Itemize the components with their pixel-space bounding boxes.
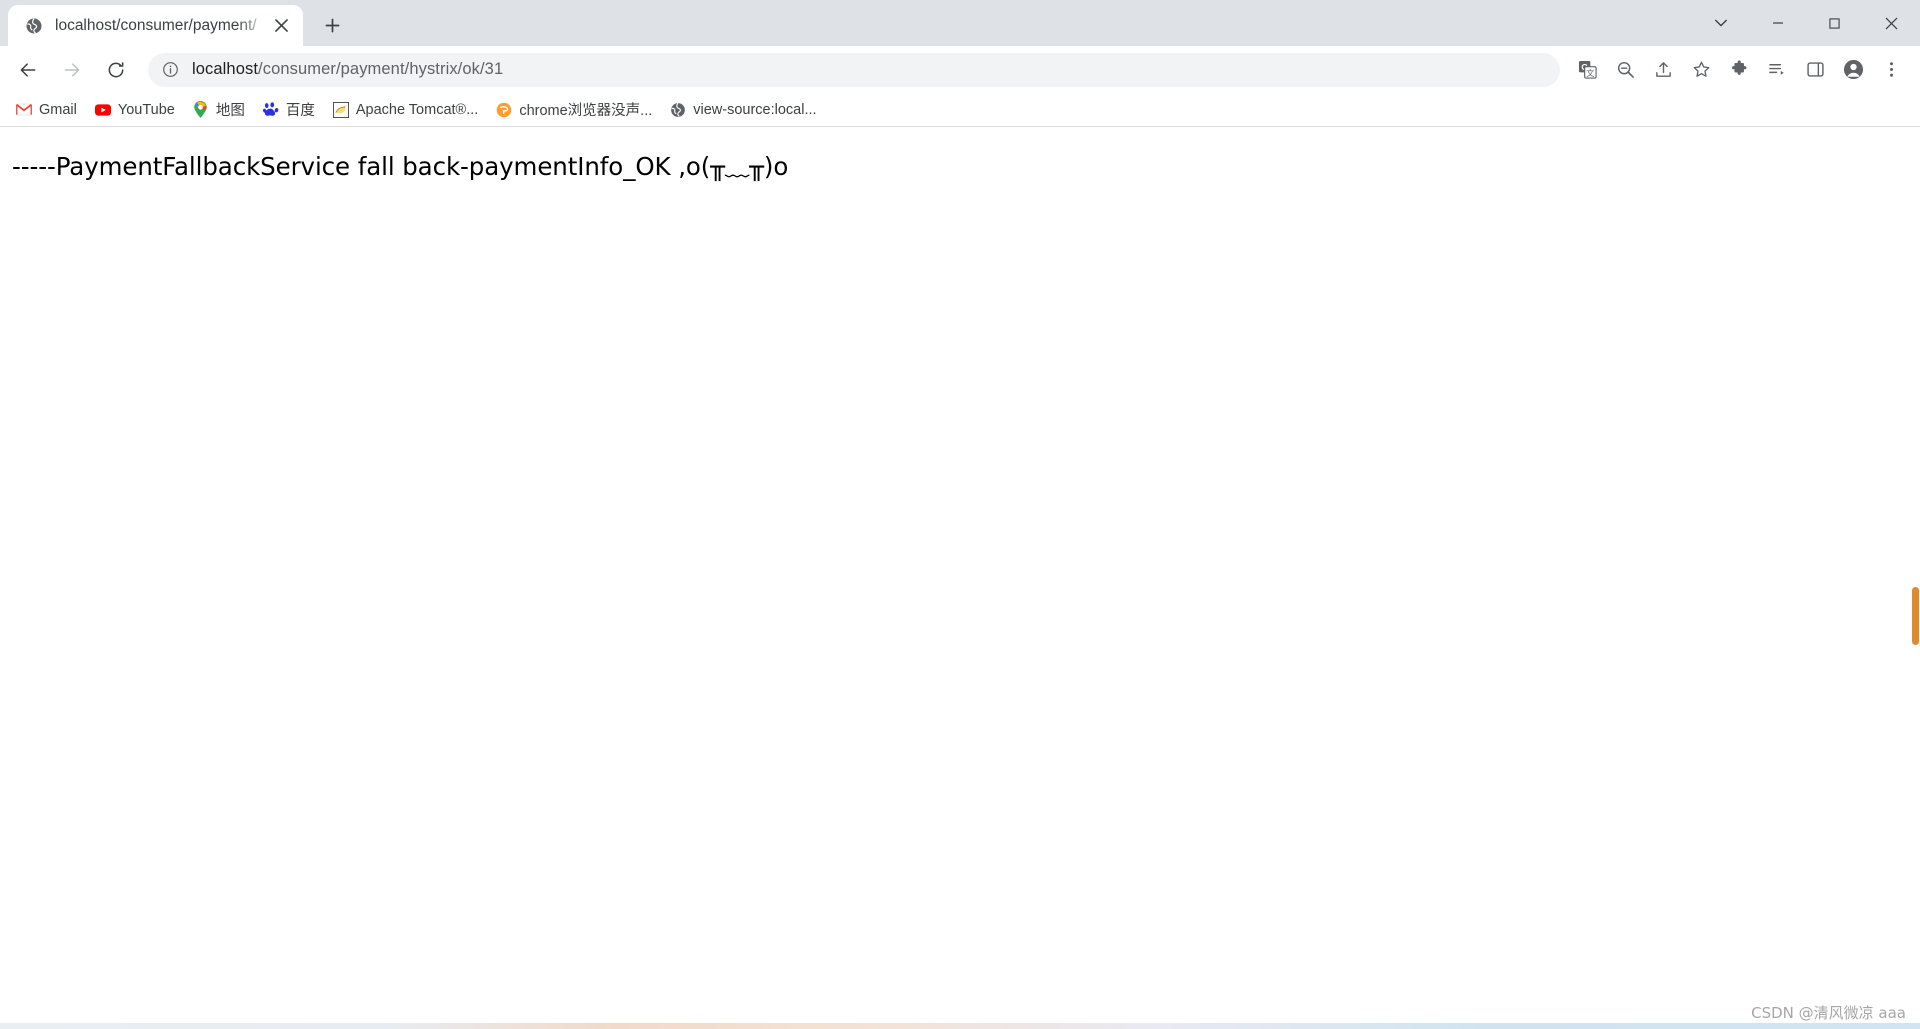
address-bar-text: localhost/consumer/payment/hystrix/ok/31 — [192, 60, 503, 79]
page-body-text: -----PaymentFallbackService fall back-pa… — [12, 152, 789, 181]
browser-toolbar: localhost/consumer/payment/hystrix/ok/31… — [0, 46, 1920, 93]
scrollbar-thumb[interactable] — [1912, 587, 1919, 645]
baidu-icon — [262, 101, 279, 118]
extensions-puzzle-icon[interactable] — [1723, 54, 1755, 86]
reading-list-icon[interactable] — [1761, 54, 1793, 86]
bookmark-label: 百度 — [285, 103, 315, 119]
profile-avatar-icon[interactable] — [1837, 54, 1869, 86]
bookmark-baidu[interactable]: 百度 — [255, 97, 323, 123]
reload-button[interactable] — [99, 53, 133, 87]
new-tab-button[interactable] — [315, 8, 349, 42]
translate-icon[interactable]: G 文 — [1571, 54, 1603, 86]
bookmark-apache-tomcat[interactable]: Apache Tomcat®... — [325, 97, 486, 123]
youtube-icon — [94, 102, 111, 118]
orange-circle-icon — [496, 102, 512, 118]
window-maximize-button[interactable] — [1806, 0, 1863, 46]
gmail-icon — [16, 102, 32, 118]
tab-search-button[interactable] — [1692, 0, 1749, 46]
watermark-text: CSDN @清风微凉 aaa — [1751, 1004, 1906, 1022]
tab-active[interactable]: localhost/consumer/payment/ — [8, 5, 303, 46]
bookmark-star-icon[interactable] — [1685, 54, 1717, 86]
zoom-icon[interactable] — [1609, 54, 1641, 86]
bookmark-youtube[interactable]: YouTube — [87, 97, 183, 123]
bookmarks-bar: Gmail YouTube 地图 百度 Apache Tomcat®... ch… — [0, 93, 1920, 127]
bookmark-label: 地图 — [215, 103, 245, 119]
back-button[interactable] — [11, 53, 45, 87]
tab-close-icon[interactable] — [269, 14, 293, 38]
globe-icon — [670, 102, 686, 118]
bookmark-label: view-source:local... — [693, 101, 817, 118]
tab-title: localhost/consumer/payment/ — [55, 16, 257, 34]
tab-strip: localhost/consumer/payment/ — [0, 0, 1920, 46]
address-bar-path: /consumer/payment/hystrix/ok/31 — [258, 60, 504, 78]
site-information-icon[interactable] — [162, 61, 180, 78]
forward-button[interactable] — [55, 53, 89, 87]
svg-text:文: 文 — [1586, 68, 1594, 78]
vertical-scrollbar[interactable] — [1911, 127, 1920, 1029]
bookmark-chrome-no-sound[interactable]: chrome浏览器没声... — [488, 97, 660, 123]
tomcat-icon — [332, 101, 349, 118]
bookmark-gmail[interactable]: Gmail — [8, 97, 85, 123]
address-bar[interactable]: localhost/consumer/payment/hystrix/ok/31 — [148, 52, 1560, 87]
bookmark-label: Apache Tomcat®... — [355, 101, 479, 118]
globe-icon — [24, 16, 44, 36]
bookmark-maps[interactable]: 地图 — [185, 97, 253, 123]
window-controls — [1692, 0, 1920, 46]
google-maps-icon — [193, 101, 209, 118]
bookmark-label: YouTube — [117, 101, 175, 118]
chrome-menu-icon[interactable] — [1875, 54, 1907, 86]
address-bar-host: localhost — [192, 60, 259, 78]
window-minimize-button[interactable] — [1749, 0, 1806, 46]
side-panel-icon[interactable] — [1799, 54, 1831, 86]
browser-window: localhost/consumer/payment/ localhost/co… — [0, 0, 1920, 1029]
page-viewport: -----PaymentFallbackService fall back-pa… — [0, 127, 1920, 1029]
share-icon[interactable] — [1647, 54, 1679, 86]
bookmark-label: Gmail — [39, 101, 77, 118]
desktop-strip — [0, 1023, 1920, 1029]
window-close-button[interactable] — [1863, 0, 1920, 46]
bookmark-view-source[interactable]: view-source:local... — [662, 97, 824, 123]
bookmark-label: chrome浏览器没声... — [519, 103, 653, 119]
